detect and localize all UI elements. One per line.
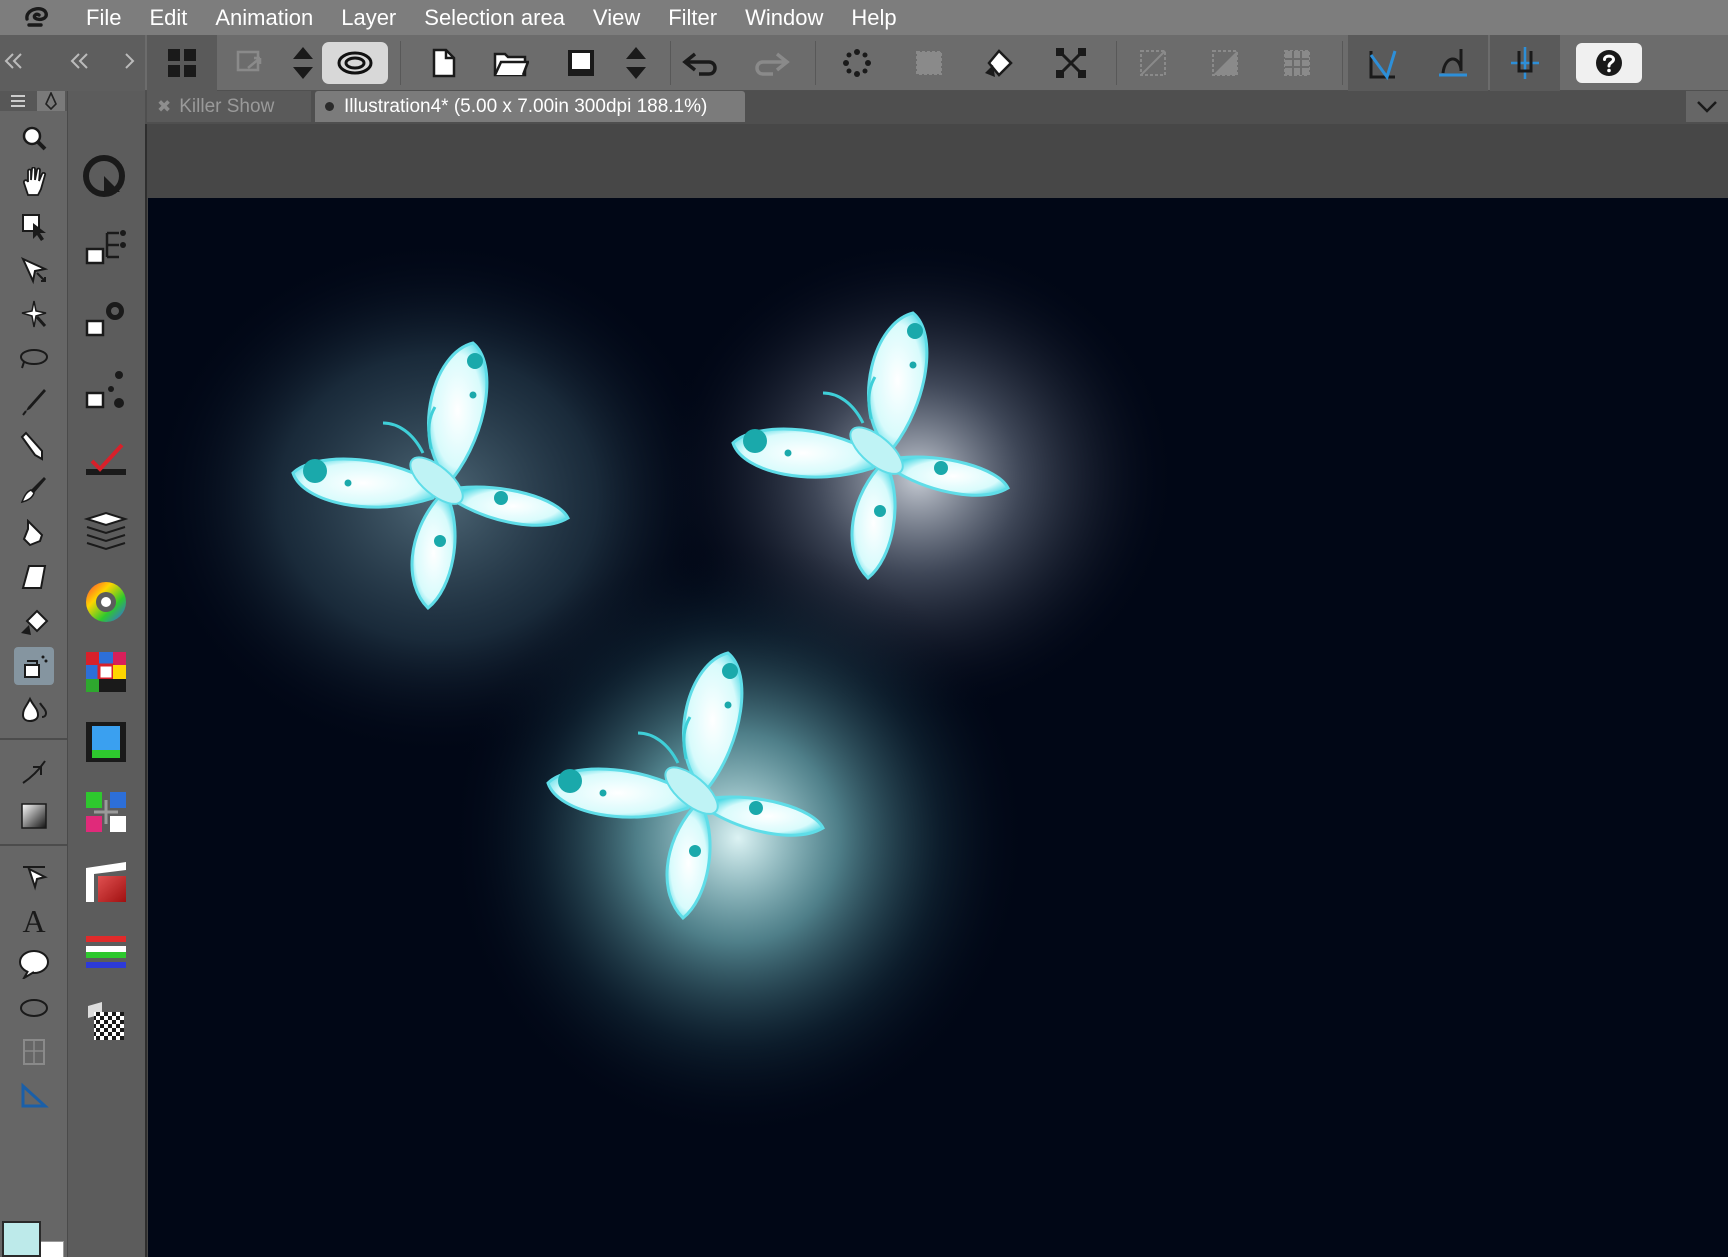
tool-palette-header xyxy=(0,91,67,111)
tool-separator xyxy=(0,844,67,846)
color-set-icon[interactable] xyxy=(78,645,134,699)
color-history-icon[interactable] xyxy=(78,785,134,839)
color-wheel-icon[interactable] xyxy=(78,575,134,629)
up-down-arrows-icon[interactable] xyxy=(603,42,669,84)
blend-icon[interactable] xyxy=(14,691,54,729)
auto-select-icon[interactable] xyxy=(14,295,54,333)
clip-studio-icon[interactable] xyxy=(322,42,388,84)
airbrush-icon[interactable] xyxy=(14,647,54,685)
unsaved-dot-icon xyxy=(325,102,334,111)
color-slider-icon[interactable] xyxy=(78,925,134,979)
intermediate-color-icon[interactable] xyxy=(78,855,134,909)
lasso-icon[interactable] xyxy=(14,339,54,377)
fill-icon[interactable] xyxy=(14,603,54,641)
ruler-icon[interactable] xyxy=(14,1077,54,1115)
operation-icon[interactable] xyxy=(14,857,54,895)
toolbar-separator xyxy=(400,41,401,85)
frame-icon[interactable] xyxy=(14,1033,54,1071)
marker-icon[interactable] xyxy=(14,515,54,553)
figure-pen-icon[interactable] xyxy=(14,753,54,791)
pen-icon[interactable] xyxy=(14,383,54,421)
object-icon[interactable] xyxy=(14,207,54,245)
grid-toggle-icon[interactable] xyxy=(1264,42,1330,84)
ellipse-icon[interactable] xyxy=(14,989,54,1027)
new-file-icon[interactable] xyxy=(410,42,476,84)
tool-property-icon[interactable] xyxy=(78,291,134,345)
menu-bar: File Edit Animation Layer Selection area… xyxy=(0,0,1728,35)
brush-icon[interactable] xyxy=(14,471,54,509)
glow-bottom xyxy=(448,538,1028,1138)
ruler-snap-icon[interactable] xyxy=(1348,35,1418,91)
animation-timeline-icon[interactable] xyxy=(78,715,134,769)
panel-icon-column xyxy=(67,91,145,1257)
gradient-icon[interactable] xyxy=(14,797,54,835)
menu-view[interactable]: View xyxy=(579,0,654,35)
tab-label: Illustration4* (5.00 x 7.00in 300dpi 188… xyxy=(344,95,708,117)
grid-snap-icon[interactable] xyxy=(1490,35,1560,91)
tool-separator xyxy=(0,738,67,740)
tool-palette: A xyxy=(0,91,67,1257)
material-icon[interactable] xyxy=(78,995,134,1049)
tab-list-chevron-down-icon[interactable] xyxy=(1686,91,1728,122)
toolbar-separator xyxy=(1116,41,1117,85)
tab-killer-show[interactable]: ✖ Killer Show xyxy=(147,91,311,122)
collapse-double-chevron-icon[interactable] xyxy=(62,43,98,79)
pencil-icon[interactable] xyxy=(14,427,54,465)
sub-tool-icon[interactable] xyxy=(78,219,134,273)
toolbar-separator xyxy=(815,41,816,85)
move-layer-icon[interactable] xyxy=(14,251,54,289)
clear-icon[interactable] xyxy=(1120,42,1186,84)
open-folder-icon[interactable] xyxy=(478,42,544,84)
fill-selection-icon[interactable] xyxy=(1192,42,1258,84)
main-color-swatch[interactable] xyxy=(2,1221,41,1257)
hand-icon[interactable] xyxy=(14,163,54,201)
tab-label: Killer Show xyxy=(179,95,275,117)
fill-bucket-icon[interactable] xyxy=(966,42,1032,84)
brush-size-icon[interactable] xyxy=(78,363,134,417)
pen-nib-icon[interactable] xyxy=(37,91,65,111)
butterfly-artwork xyxy=(148,238,1178,1138)
zoom-icon[interactable] xyxy=(14,119,54,157)
menu-layer[interactable]: Layer xyxy=(327,0,410,35)
undo-icon[interactable] xyxy=(668,42,734,84)
balloon-icon[interactable] xyxy=(14,945,54,983)
menu-filter[interactable]: Filter xyxy=(654,0,731,35)
selection-frame-icon[interactable] xyxy=(896,42,962,84)
transform-icon[interactable] xyxy=(1038,42,1104,84)
special-ruler-snap-icon[interactable] xyxy=(1418,35,1488,91)
close-icon[interactable]: ✖ xyxy=(157,97,171,117)
panel-nav xyxy=(0,35,145,91)
collapse-left-double-chevron-icon[interactable] xyxy=(0,43,32,79)
svg-text:A: A xyxy=(22,904,45,936)
tab-illustration4[interactable]: Illustration4* (5.00 x 7.00in 300dpi 188… xyxy=(315,91,745,122)
menu-window[interactable]: Window xyxy=(731,0,837,35)
eraser-icon[interactable] xyxy=(14,559,54,597)
expand-chevron-icon[interactable] xyxy=(112,43,148,79)
menu-selection-area[interactable]: Selection area xyxy=(410,0,579,35)
grid-icon[interactable] xyxy=(147,35,217,91)
layers-icon[interactable] xyxy=(78,503,134,557)
snap-points-icon[interactable] xyxy=(824,42,890,84)
menu-file[interactable]: File xyxy=(72,0,135,35)
text-icon[interactable]: A xyxy=(14,901,54,939)
menu-edit[interactable]: Edit xyxy=(135,0,201,35)
clip-studio-logo-icon[interactable] xyxy=(0,0,72,35)
layer-property-icon[interactable] xyxy=(78,435,134,489)
menu-help[interactable]: Help xyxy=(837,0,910,35)
command-bar xyxy=(0,35,1728,91)
navigator-icon[interactable] xyxy=(78,151,134,205)
menu-animation[interactable]: Animation xyxy=(201,0,327,35)
palette-menu-icon[interactable] xyxy=(3,91,33,111)
illustration-canvas[interactable] xyxy=(148,198,1728,1257)
redo-icon[interactable] xyxy=(738,42,804,84)
help-icon[interactable] xyxy=(1576,43,1642,83)
document-tab-bar: ✖ Killer Show Illustration4* (5.00 x 7.0… xyxy=(145,91,1728,124)
toolbar-separator xyxy=(1342,41,1343,85)
